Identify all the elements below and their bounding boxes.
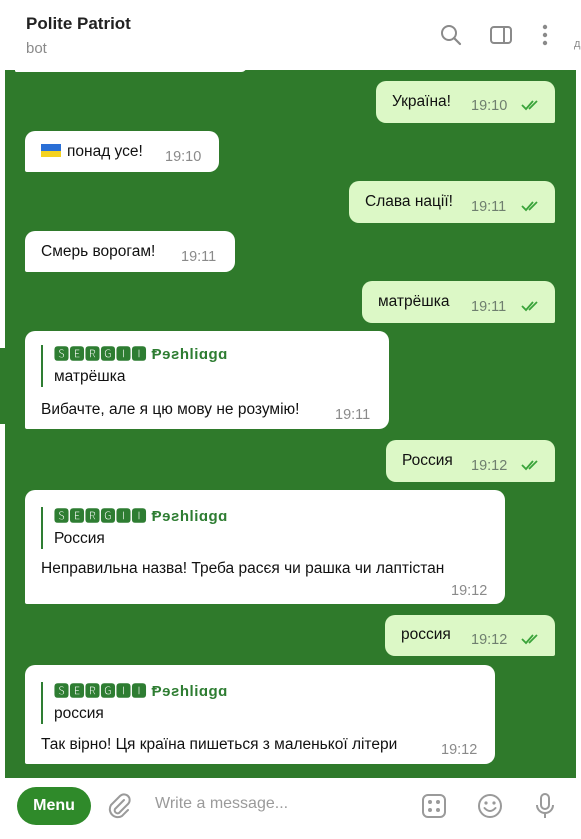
sidebar-toggle-icon[interactable] — [488, 22, 514, 48]
message-incoming[interactable]: Смерь ворогам! 19:11 — [25, 231, 235, 272]
message-outgoing[interactable]: матрёшка 19:11 — [362, 281, 555, 323]
reply-author: 🆂🅴🆁🅶🅸🅸 Ᵽɘƨhliɑgɑ — [54, 508, 228, 525]
reply-quote[interactable]: 🆂🅴🆁🅶🅸🅸 Ᵽɘƨhliɑgɑ россия — [41, 682, 228, 724]
double-check-icon — [521, 100, 538, 111]
reply-author: 🆂🅴🆁🅶🅸🅸 Ᵽɘƨhliɑgɑ — [54, 346, 228, 363]
message-time: 19:11 — [471, 299, 507, 315]
bot-menu-button[interactable]: Menu — [17, 787, 91, 825]
message-text: Слава нації! — [365, 193, 453, 210]
reply-text: россия — [54, 705, 104, 722]
chat-title[interactable]: Polite Patriot — [26, 14, 131, 34]
double-check-icon — [521, 201, 538, 212]
reply-text: матрёшка — [54, 368, 126, 385]
bot-keyboard-icon[interactable] — [419, 791, 449, 821]
message-incoming[interactable]: понад усе! 19:10 — [25, 131, 219, 172]
attach-icon[interactable] — [104, 791, 134, 821]
ua-flag-icon — [41, 144, 61, 157]
message-time: 19:11 — [471, 199, 507, 215]
chat-header: Polite Patriot bot д — [0, 0, 581, 70]
message-outgoing[interactable]: Україна! 19:10 — [376, 81, 555, 123]
reply-quote[interactable]: 🆂🅴🆁🅶🅸🅸 Ᵽɘƨhliɑgɑ матрёшка — [41, 345, 228, 387]
message-incoming-reply[interactable]: 🆂🅴🆁🅶🅸🅸 Ᵽɘƨhliɑgɑ россия Так вірно! Ця кр… — [25, 665, 495, 764]
message-text: понад усе! — [41, 142, 143, 162]
message-text: Россия — [402, 452, 453, 469]
chat-area[interactable]: Україна! 19:10 понад усе! 19:10 Слава на… — [5, 70, 576, 778]
message-text: Вибачте, але я цю мову не розумію! — [41, 401, 300, 418]
message-input[interactable]: Write a message... — [155, 795, 288, 813]
chat-subtitle: bot — [26, 40, 47, 57]
message-time: 19:10 — [471, 98, 508, 114]
double-check-icon — [521, 634, 538, 645]
message-incoming-reply[interactable]: 🆂🅴🆁🅶🅸🅸 Ᵽɘƨhliɑgɑ матрёшка Вибачте, але я… — [25, 331, 389, 429]
message-time: 19:10 — [165, 149, 202, 165]
reply-text: Россия — [54, 530, 105, 547]
emoji-icon[interactable] — [475, 791, 505, 821]
message-outgoing[interactable]: Россия 19:12 — [386, 440, 555, 482]
message-composer: Menu Write a message... — [0, 778, 581, 839]
message-outgoing[interactable]: россия 19:12 — [385, 615, 555, 656]
message-time: 19:12 — [471, 632, 508, 648]
message-time: 19:12 — [451, 583, 488, 599]
microphone-icon[interactable] — [530, 791, 560, 821]
message-text: Так вірно! Ця країна пишеться з маленько… — [41, 736, 398, 753]
partial-message — [15, 70, 247, 72]
search-icon[interactable] — [438, 22, 464, 48]
message-outgoing[interactable]: Слава нації! 19:11 — [349, 181, 555, 223]
edge-text: д — [574, 38, 581, 50]
double-check-icon — [521, 460, 538, 471]
message-text: матрёшка — [378, 293, 450, 310]
message-text: Україна! — [392, 93, 451, 110]
double-check-icon — [521, 301, 538, 312]
more-vertical-icon[interactable] — [532, 22, 558, 48]
reply-quote[interactable]: 🆂🅴🆁🅶🅸🅸 Ᵽɘƨhliɑgɑ Россия — [41, 507, 228, 549]
message-time: 19:11 — [335, 407, 371, 423]
message-text: Смерь ворогам! — [41, 243, 156, 260]
message-time: 19:12 — [471, 458, 508, 474]
reply-author: 🆂🅴🆁🅶🅸🅸 Ᵽɘƨhliɑgɑ — [54, 683, 228, 700]
message-incoming-reply[interactable]: 🆂🅴🆁🅶🅸🅸 Ᵽɘƨhliɑgɑ Россия Неправильна назв… — [25, 490, 505, 604]
message-time: 19:11 — [181, 249, 217, 265]
message-text: Неправильна назва! Треба расєя чи рашка … — [41, 560, 445, 577]
message-time: 19:12 — [441, 742, 478, 758]
message-text: россия — [401, 626, 451, 643]
